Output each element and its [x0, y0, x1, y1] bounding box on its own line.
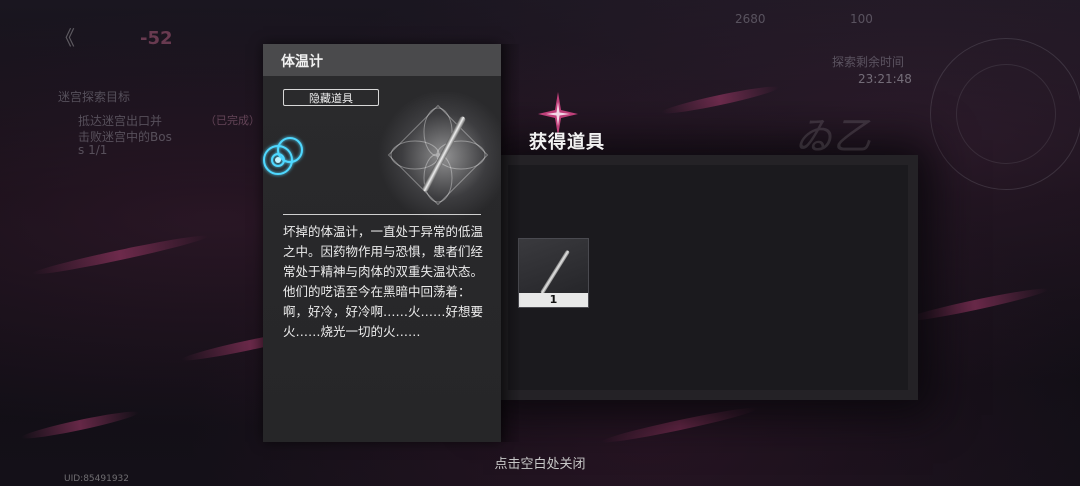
objective-progress: s 1/1	[78, 143, 108, 157]
item-tag-badge: 隐藏道具	[283, 89, 379, 106]
objective-status: （已完成）	[205, 114, 260, 127]
resource-counter: 100	[850, 12, 873, 26]
objective-item: 抵达迷宫出口并	[78, 114, 163, 128]
close-hint[interactable]: 点击空白处关闭	[0, 453, 1080, 472]
minimap	[930, 38, 1080, 190]
timer-label: 探索剩余时间	[832, 55, 905, 69]
back-button[interactable]: 《	[55, 22, 75, 51]
resource-counter: 2680	[735, 12, 766, 26]
uid-label: UID:85491932	[64, 474, 130, 484]
decorative-script: ゐ乙	[795, 114, 872, 158]
rarity-orb-icon	[263, 137, 303, 175]
thermometer-icon	[540, 249, 570, 295]
detail-header: 体温计	[263, 44, 501, 76]
item-name: 体温计	[281, 54, 323, 70]
item-artwork	[375, 92, 501, 220]
item-detail-panel: 体温计 隐藏道具 坏掉的体温计，一直处于异常的低温之中。因药物作用与恐惧，患者们…	[263, 44, 501, 442]
item-count: 1	[519, 293, 588, 307]
flower-pattern-icon	[387, 104, 489, 206]
reward-item-slot[interactable]: 1	[518, 238, 589, 308]
reward-title: 获得道具	[529, 132, 605, 153]
timer-value: 23:21:48	[858, 72, 912, 86]
item-description: 坏掉的体温计，一直处于异常的低温之中。因药物作用与恐惧，患者们经常处于精神与肉体…	[283, 224, 484, 339]
objectives-title: 迷宫探索目标	[58, 90, 131, 104]
panel-shadow	[501, 44, 521, 442]
level-indicator: -52	[140, 28, 173, 49]
divider	[283, 214, 481, 215]
